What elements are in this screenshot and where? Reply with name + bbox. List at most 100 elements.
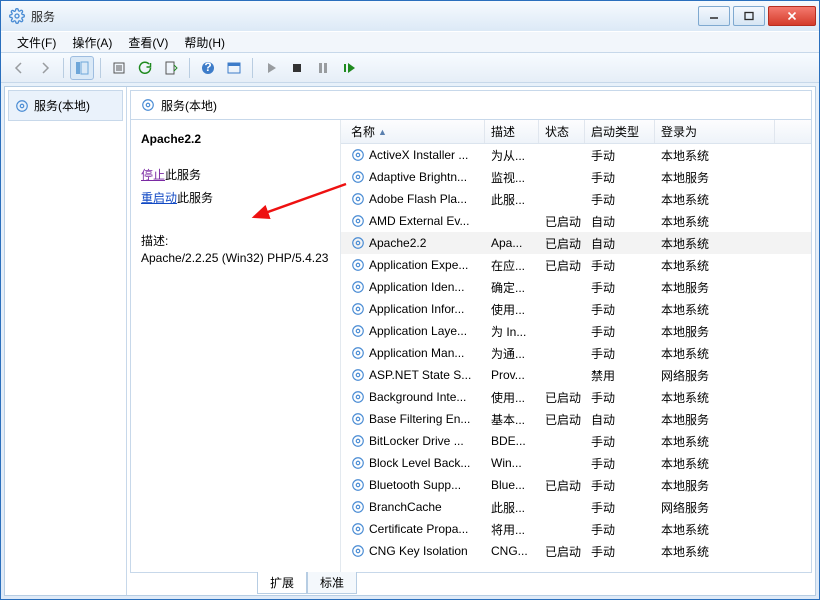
table-row[interactable]: Adaptive Brightn...监视...手动本地服务 <box>341 166 811 188</box>
stop-suffix: 此服务 <box>165 168 201 182</box>
titlebar[interactable]: 服务 <box>1 1 819 31</box>
cell-desc: Prov... <box>485 368 539 382</box>
table-row[interactable]: Background Inte...使用...已启动手动本地系统 <box>341 386 811 408</box>
col-name[interactable]: 名称▲ <box>345 120 485 143</box>
table-row[interactable]: Certificate Propa...将用...手动本地系统 <box>341 518 811 540</box>
table-row[interactable]: Application Infor...使用...手动本地系统 <box>341 298 811 320</box>
menu-view[interactable]: 查看(V) <box>120 32 176 53</box>
svg-text:?: ? <box>204 60 211 74</box>
cell-startup: 禁用 <box>585 367 655 384</box>
cell-logon: 本地系统 <box>655 301 775 318</box>
cell-desc: 监视... <box>485 169 539 186</box>
gear-icon <box>351 236 365 250</box>
view-tabs: 扩展 标准 <box>127 572 815 594</box>
restart-service-button[interactable] <box>337 56 361 80</box>
cell-logon: 本地系统 <box>655 147 775 164</box>
back-button[interactable] <box>7 56 31 80</box>
cell-name: ASP.NET State S... <box>345 368 485 382</box>
cell-desc: 在应... <box>485 257 539 274</box>
table-row[interactable]: Adobe Flash Pla...此服...手动本地系统 <box>341 188 811 210</box>
cell-logon: 本地系统 <box>655 191 775 208</box>
gear-icon <box>351 390 365 404</box>
menubar: 文件(F) 操作(A) 查看(V) 帮助(H) <box>1 31 819 53</box>
table-row[interactable]: ASP.NET State S...Prov...禁用网络服务 <box>341 364 811 386</box>
tab-extended[interactable]: 扩展 <box>257 572 307 594</box>
table-row[interactable]: Bluetooth Supp...Blue...已启动手动本地服务 <box>341 474 811 496</box>
table-row[interactable]: BitLocker Drive ...BDE...手动本地系统 <box>341 430 811 452</box>
cell-logon: 本地系统 <box>655 257 775 274</box>
table-row[interactable]: Application Iden...确定...手动本地服务 <box>341 276 811 298</box>
table-row[interactable]: Application Expe...在应...已启动手动本地系统 <box>341 254 811 276</box>
close-button[interactable] <box>768 6 816 26</box>
help-button[interactable]: ? <box>196 56 220 80</box>
table-row[interactable]: Application Laye...为 In...手动本地服务 <box>341 320 811 342</box>
cell-name: Certificate Propa... <box>345 522 485 536</box>
gear-icon <box>351 148 365 162</box>
table-row[interactable]: Block Level Back...Win...手动本地系统 <box>341 452 811 474</box>
show-hide-tree-button[interactable] <box>70 56 94 80</box>
stop-link[interactable]: 停止 <box>141 168 165 182</box>
table-row[interactable]: Apache2.2Apa...已启动自动本地系统 <box>341 232 811 254</box>
gear-icon <box>141 98 155 112</box>
cell-status: 已启动 <box>539 257 585 274</box>
table-row[interactable]: BranchCache此服...手动网络服务 <box>341 496 811 518</box>
cell-desc: 基本... <box>485 411 539 428</box>
cell-desc: 使用... <box>485 389 539 406</box>
pane-header: 服务(本地) <box>130 90 812 120</box>
table-row[interactable]: Application Man...为通...手动本地系统 <box>341 342 811 364</box>
export-list-button[interactable] <box>159 56 183 80</box>
cell-logon: 本地系统 <box>655 213 775 230</box>
cell-startup: 手动 <box>585 169 655 186</box>
dialog-button[interactable] <box>222 56 246 80</box>
properties-button[interactable] <box>107 56 131 80</box>
cell-startup: 自动 <box>585 213 655 230</box>
cell-desc: 为 In... <box>485 323 539 340</box>
cell-status: 已启动 <box>539 477 585 494</box>
restart-link[interactable]: 重启动 <box>141 191 177 205</box>
cell-status: 已启动 <box>539 543 585 560</box>
gear-icon <box>351 456 365 470</box>
minimize-button[interactable] <box>698 6 730 26</box>
maximize-button[interactable] <box>733 6 765 26</box>
pause-service-button[interactable] <box>311 56 335 80</box>
tab-standard[interactable]: 标准 <box>307 572 357 594</box>
cell-logon: 本地服务 <box>655 169 775 186</box>
gear-icon <box>351 412 365 426</box>
table-row[interactable]: ActiveX Installer ...为从...手动本地系统 <box>341 144 811 166</box>
cell-desc: 确定... <box>485 279 539 296</box>
stop-service-button[interactable] <box>285 56 309 80</box>
cell-startup: 自动 <box>585 235 655 252</box>
cell-startup: 手动 <box>585 345 655 362</box>
refresh-button[interactable] <box>133 56 157 80</box>
table-row[interactable]: AMD External Ev...已启动自动本地系统 <box>341 210 811 232</box>
cell-name: Application Man... <box>345 346 485 360</box>
cell-status: 已启动 <box>539 389 585 406</box>
forward-button[interactable] <box>33 56 57 80</box>
col-startup[interactable]: 启动类型 <box>585 120 655 143</box>
cell-logon: 本地系统 <box>655 345 775 362</box>
cell-logon: 本地系统 <box>655 455 775 472</box>
desc-label: 描述: <box>141 232 330 249</box>
col-status[interactable]: 状态 <box>539 120 585 143</box>
cell-desc: BDE... <box>485 434 539 448</box>
col-logon[interactable]: 登录为 <box>655 120 775 143</box>
col-desc[interactable]: 描述 <box>485 120 539 143</box>
menu-action[interactable]: 操作(A) <box>64 32 120 53</box>
start-service-button[interactable] <box>259 56 283 80</box>
table-row[interactable]: Base Filtering En...基本...已启动自动本地服务 <box>341 408 811 430</box>
cell-startup: 手动 <box>585 257 655 274</box>
tree-root-label: 服务(本地) <box>34 97 90 114</box>
cell-name: Base Filtering En... <box>345 412 485 426</box>
table-row[interactable]: CNG Key IsolationCNG...已启动手动本地系统 <box>341 540 811 562</box>
cell-startup: 手动 <box>585 455 655 472</box>
rows-container[interactable]: ActiveX Installer ...为从...手动本地系统Adaptive… <box>341 144 811 572</box>
gear-icon <box>15 99 29 113</box>
menu-help[interactable]: 帮助(H) <box>176 32 233 53</box>
cell-name: Block Level Back... <box>345 456 485 470</box>
menu-file[interactable]: 文件(F) <box>9 32 64 53</box>
cell-startup: 手动 <box>585 499 655 516</box>
cell-logon: 本地系统 <box>655 389 775 406</box>
cell-desc: 此服... <box>485 499 539 516</box>
tree-root-item[interactable]: 服务(本地) <box>8 90 123 121</box>
gear-icon <box>9 8 25 24</box>
